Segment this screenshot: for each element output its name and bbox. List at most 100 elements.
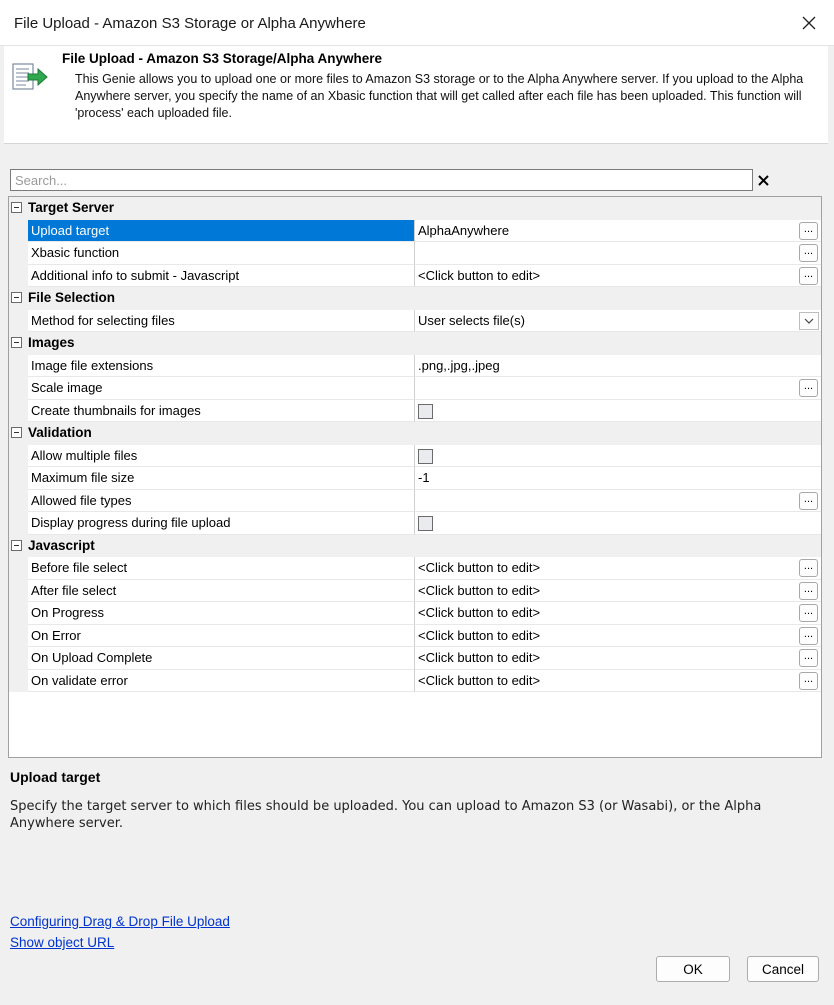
property-name[interactable]: On Error	[28, 624, 415, 647]
property-row-create-thumbnails-for-images[interactable]: Create thumbnails for images	[9, 399, 821, 422]
search-input[interactable]	[11, 170, 752, 190]
ellipsis-button[interactable]: ...	[799, 266, 818, 285]
property-row-xbasic-function[interactable]: Xbasic function...	[9, 242, 821, 265]
property-value-text: <Click button to edit>	[418, 560, 541, 575]
ellipsis-button[interactable]: ...	[799, 559, 818, 577]
row-margin	[9, 309, 28, 332]
property-name[interactable]: Xbasic function	[28, 242, 415, 265]
window-title: File Upload - Amazon S3 Storage or Alpha…	[14, 15, 366, 32]
close-icon[interactable]	[794, 8, 824, 38]
row-margin	[9, 377, 28, 400]
property-checkbox[interactable]	[418, 516, 433, 531]
property-value[interactable]: <Click button to edit>...	[415, 670, 821, 692]
property-value[interactable]: <Click button to edit>...	[415, 625, 821, 647]
collapse-icon[interactable]	[11, 202, 22, 213]
property-value[interactable]	[415, 512, 821, 535]
property-value[interactable]: <Click button to edit>...	[415, 557, 821, 580]
property-name[interactable]: Method for selecting files	[28, 309, 415, 332]
property-value[interactable]: ...	[415, 377, 821, 400]
property-row-display-progress-during-file-upload[interactable]: Display progress during file upload	[9, 512, 821, 535]
ellipsis-button[interactable]: ...	[799, 221, 818, 240]
row-margin	[9, 219, 28, 242]
ellipsis-button[interactable]: ...	[799, 671, 818, 690]
ellipsis-button[interactable]: ...	[799, 379, 818, 397]
property-name[interactable]: Maximum file size	[28, 467, 415, 490]
category-label: Javascript	[28, 537, 95, 553]
property-name[interactable]: On Upload Complete	[28, 647, 415, 670]
property-name[interactable]: On validate error	[28, 669, 415, 692]
collapse-icon[interactable]	[11, 539, 22, 551]
property-value[interactable]: ...	[415, 490, 821, 512]
property-row-allowed-file-types[interactable]: Allowed file types...	[9, 489, 821, 512]
property-value[interactable]: User selects file(s)	[415, 310, 821, 332]
show-object-url-link[interactable]: Show object URL	[10, 935, 114, 950]
ellipsis-button[interactable]: ...	[799, 604, 818, 622]
property-row-before-file-select[interactable]: Before file select <Click button to edit>…	[9, 557, 821, 580]
property-name[interactable]: Additional info to submit - Javascript	[28, 264, 415, 287]
property-row-allow-multiple-files[interactable]: Allow multiple files	[9, 444, 821, 467]
ellipsis-button[interactable]: ...	[799, 491, 818, 510]
property-value-text: User selects file(s)	[418, 312, 525, 328]
property-name[interactable]: Allowed file types	[28, 489, 415, 512]
configuring-drag-drop-link[interactable]: Configuring Drag & Drop File Upload	[10, 914, 230, 929]
property-name[interactable]: Allow multiple files	[28, 444, 415, 467]
row-margin	[9, 579, 28, 602]
collapse-icon[interactable]	[11, 292, 22, 303]
row-margin	[9, 669, 28, 692]
property-row-image-file-extensions[interactable]: Image file extensions .png,.jpg,.jpeg	[9, 354, 821, 377]
row-margin	[9, 512, 28, 535]
property-value[interactable]: ...	[415, 242, 821, 265]
ellipsis-button[interactable]: ...	[799, 244, 818, 262]
ellipsis-button[interactable]: ...	[799, 626, 818, 645]
collapse-icon[interactable]	[11, 337, 22, 348]
row-margin	[9, 264, 28, 287]
property-value[interactable]: <Click button to edit>...	[415, 602, 821, 625]
category-file-selection: File Selection	[9, 287, 821, 310]
property-checkbox[interactable]	[418, 448, 433, 464]
property-name[interactable]: Image file extensions	[28, 354, 415, 377]
property-name[interactable]: On Progress	[28, 602, 415, 625]
property-name[interactable]: Before file select	[28, 557, 415, 580]
property-name[interactable]: Scale image	[28, 377, 415, 400]
property-row-on-upload-complete[interactable]: On Upload Complete <Click button to edit>…	[9, 647, 821, 670]
property-checkbox[interactable]	[418, 403, 433, 419]
category-label: Target Server	[28, 200, 115, 215]
property-value[interactable]	[415, 400, 821, 422]
property-value-text: -1	[418, 470, 430, 485]
chevron-down-icon[interactable]	[799, 311, 819, 330]
cancel-button[interactable]: Cancel	[747, 956, 819, 982]
property-row-maximum-file-size[interactable]: Maximum file size -1	[9, 467, 821, 490]
property-value[interactable]: .png,.jpg,.jpeg	[415, 355, 821, 377]
ellipsis-button[interactable]: ...	[799, 581, 818, 600]
ok-button[interactable]: OK	[656, 956, 730, 982]
property-value-text: AlphaAnywhere	[418, 222, 510, 238]
property-row-on-validate-error[interactable]: On validate error <Click button to edit>.…	[9, 669, 821, 692]
property-value[interactable]: <Click button to edit>...	[415, 580, 821, 602]
property-row-after-file-select[interactable]: After file select <Click button to edit>.…	[9, 579, 821, 602]
property-row-method-for-selecting-files[interactable]: Method for selecting files User selects f…	[9, 309, 821, 332]
property-row-on-progress[interactable]: On Progress <Click button to edit>...	[9, 602, 821, 625]
property-value[interactable]: <Click button to edit>...	[415, 265, 821, 287]
collapse-icon[interactable]	[11, 427, 22, 438]
property-value-text: <Click button to edit>	[418, 672, 541, 688]
row-margin	[9, 354, 28, 377]
property-row-upload-target[interactable]: Upload target AlphaAnywhere...	[9, 219, 821, 242]
property-name[interactable]: Display progress during file upload	[28, 512, 415, 535]
property-value[interactable]: -1	[415, 467, 821, 490]
property-name[interactable]: Create thumbnails for images	[28, 399, 415, 422]
row-margin	[9, 647, 28, 670]
property-value[interactable]: AlphaAnywhere...	[415, 220, 821, 242]
property-row-scale-image[interactable]: Scale image...	[9, 377, 821, 400]
property-name[interactable]: Upload target	[28, 219, 415, 242]
property-value[interactable]: <Click button to edit>...	[415, 647, 821, 670]
row-margin	[9, 624, 28, 647]
property-row-on-error[interactable]: On Error <Click button to edit>...	[9, 624, 821, 647]
category-label: Images	[28, 335, 75, 350]
property-row-additional-info-to-submit-javascript[interactable]: Additional info to submit - Javascript <C…	[9, 264, 821, 287]
ellipsis-button[interactable]: ...	[799, 649, 818, 667]
property-name[interactable]: After file select	[28, 579, 415, 602]
clear-search-icon[interactable]	[754, 171, 772, 189]
property-value-text: <Click button to edit>	[418, 627, 541, 643]
property-value[interactable]	[415, 445, 821, 467]
category-label: File Selection	[28, 290, 116, 305]
